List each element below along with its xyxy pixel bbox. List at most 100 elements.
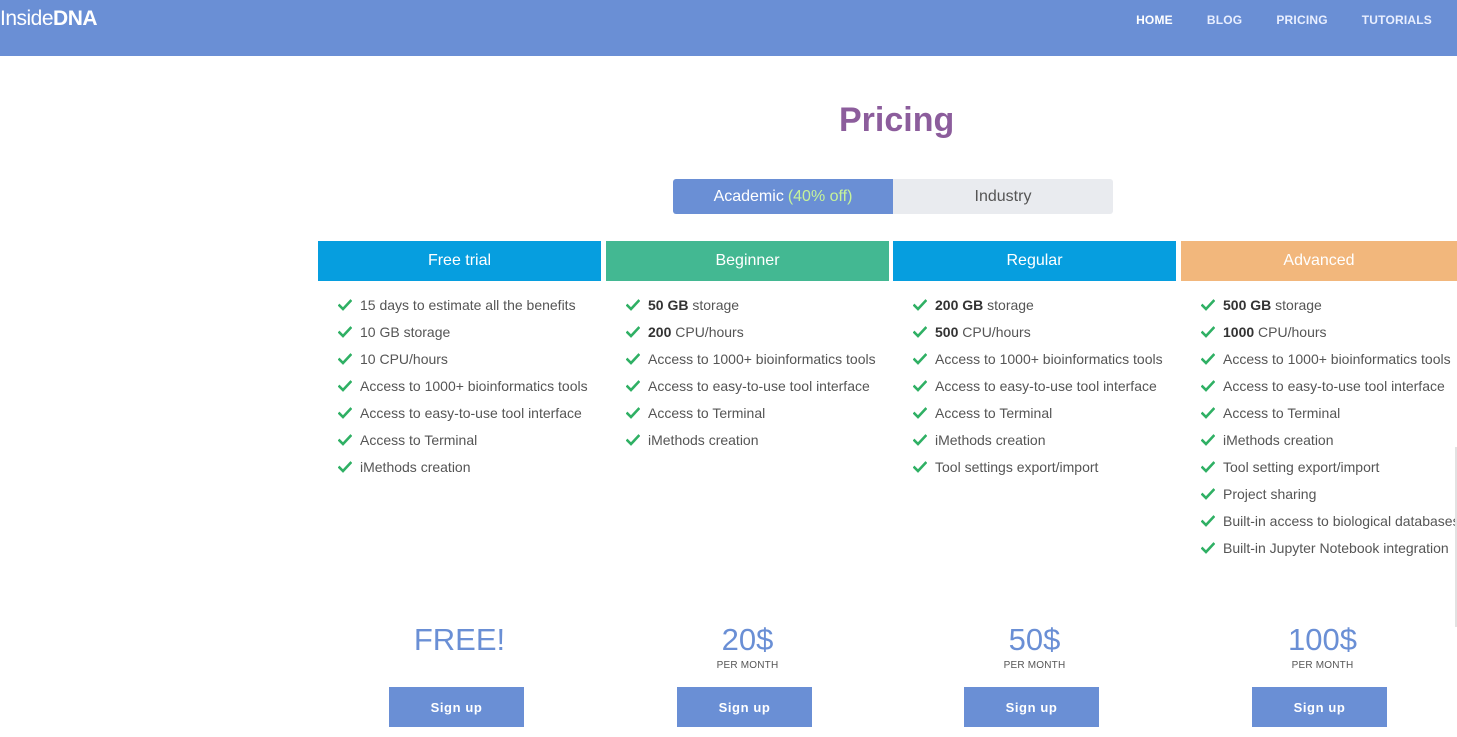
plan-header: Advanced — [1181, 241, 1457, 281]
feature-highlight: 500 GB — [1223, 297, 1272, 313]
signup-button[interactable]: Sign up — [677, 687, 812, 727]
feature-item: iMethods creation — [626, 432, 876, 459]
feature-item: Built-in access to biological databases — [1201, 513, 1457, 540]
signup-button[interactable]: Sign up — [964, 687, 1099, 727]
toggle-academic[interactable]: Academic (40% off) — [673, 179, 893, 214]
feature-text: Access to easy-to-use tool interface — [1223, 378, 1445, 394]
feature-text: Built-in Jupyter Notebook integration — [1223, 540, 1449, 556]
checkmark-icon — [626, 434, 640, 446]
plan-header: Beginner — [606, 241, 889, 281]
checkmark-icon — [338, 407, 352, 419]
feature-text: storage — [1271, 297, 1322, 313]
nav-blog[interactable]: BLOG — [1207, 13, 1242, 27]
plan-period: PER MONTH — [1291, 660, 1354, 671]
feature-text: Access to 1000+ bioinformatics tools — [648, 351, 876, 367]
checkmark-icon — [913, 326, 927, 338]
checkmark-icon — [338, 380, 352, 392]
checkmark-icon — [1201, 380, 1215, 392]
checkmark-icon — [338, 434, 352, 446]
feature-text: Project sharing — [1223, 486, 1317, 502]
feature-text: Access to 1000+ bioinformatics tools — [1223, 351, 1451, 367]
feature-text: Access to 1000+ bioinformatics tools — [360, 378, 588, 394]
feature-item: Project sharing — [1201, 486, 1457, 513]
checkmark-icon — [913, 407, 927, 419]
feature-highlight: 200 GB — [935, 297, 984, 313]
feature-item: 1000 CPU/hours — [1201, 324, 1457, 351]
checkmark-icon — [338, 299, 352, 311]
checkmark-icon — [626, 407, 640, 419]
insidedna-logo[interactable]: InsideDNA — [0, 7, 98, 31]
page-title: Pricing — [839, 101, 955, 139]
feature-text: Access to Terminal — [935, 405, 1053, 421]
signup-button[interactable]: Sign up — [1252, 687, 1387, 727]
checkmark-icon — [1201, 434, 1215, 446]
checkmark-icon — [338, 461, 352, 473]
feature-text: Access to Terminal — [360, 432, 478, 448]
toggle-industry-label: Industry — [974, 188, 1032, 205]
feature-text: CPU/hours — [671, 324, 744, 340]
nav-pricing[interactable]: PRICING — [1276, 13, 1327, 27]
feature-item: Tool setting export/import — [1201, 459, 1457, 486]
checkmark-icon — [338, 353, 352, 365]
checkmark-icon — [913, 299, 927, 311]
feature-list: 200 GB storage 500 CPU/hours Access to 100… — [913, 297, 1163, 486]
nav-tutorials[interactable]: TUTORIALS — [1362, 13, 1432, 27]
plan-free-trial: Free trial 15 days to estimate all the b… — [318, 241, 601, 727]
feature-item: Access to Terminal — [338, 432, 588, 459]
feature-item: Built-in Jupyter Notebook integration — [1201, 540, 1457, 567]
feature-text: 10 GB storage — [360, 324, 451, 340]
feature-item: iMethods creation — [338, 459, 588, 486]
feature-item: 200 CPU/hours — [626, 324, 876, 351]
signup-button[interactable]: Sign up — [389, 687, 524, 727]
feature-item: Access to 1000+ bioinformatics tools — [1201, 351, 1457, 378]
plan-advanced: Advanced 500 GB storage 1000 CPU/hours Acc… — [1181, 241, 1457, 727]
feature-text: Access to Terminal — [1223, 405, 1341, 421]
feature-text: Access to easy-to-use tool interface — [648, 378, 870, 394]
feature-text: iMethods creation — [935, 432, 1046, 448]
checkmark-icon — [1201, 461, 1215, 473]
feature-text: Tool settings export/import — [935, 459, 1099, 475]
plan-price: FREE! — [413, 622, 506, 657]
feature-item: Access to easy-to-use tool interface — [1201, 378, 1457, 405]
plan-price: 100$ — [1288, 622, 1357, 657]
feature-item: Access to 1000+ bioinformatics tools — [338, 378, 588, 405]
academic-discount-badge: (40% off) — [787, 188, 853, 205]
feature-text: Access to 1000+ bioinformatics tools — [935, 351, 1163, 367]
feature-text: Tool setting export/import — [1223, 459, 1380, 475]
feature-text: storage — [983, 297, 1034, 313]
checkmark-icon — [1201, 515, 1215, 527]
feature-item: 15 days to estimate all the benefits — [338, 297, 588, 324]
plan-beginner: Beginner 50 GB storage 200 CPU/hours Acces… — [606, 241, 889, 727]
feature-item: iMethods creation — [913, 432, 1163, 459]
feature-item: Access to Terminal — [913, 405, 1163, 432]
plan-price: 50$ — [1008, 622, 1061, 657]
checkmark-icon — [626, 326, 640, 338]
feature-item: iMethods creation — [1201, 432, 1457, 459]
feature-highlight: 50 GB — [648, 297, 689, 313]
checkmark-icon — [913, 353, 927, 365]
feature-text: Access to easy-to-use tool interface — [935, 378, 1157, 394]
feature-list: 500 GB storage 1000 CPU/hours Access to 10… — [1201, 297, 1457, 567]
feature-item: Access to easy-to-use tool interface — [913, 378, 1163, 405]
checkmark-icon — [1201, 488, 1215, 500]
checkmark-icon — [1201, 542, 1215, 554]
toggle-industry[interactable]: Industry — [893, 179, 1113, 214]
feature-item: 500 GB storage — [1201, 297, 1457, 324]
feature-text: iMethods creation — [648, 432, 759, 448]
plan-regular: Regular 200 GB storage 500 CPU/hours Acces… — [893, 241, 1176, 727]
feature-item: 200 GB storage — [913, 297, 1163, 324]
feature-highlight: 200 — [648, 324, 672, 340]
feature-text: storage — [688, 297, 740, 313]
feature-text: Built-in access to biological databases — [1223, 513, 1457, 529]
feature-text: 15 days to estimate all the benefits — [360, 297, 576, 313]
nav-home[interactable]: HOME — [1136, 13, 1173, 27]
pricing-type-toggle: Academic (40% off) Industry — [673, 179, 1113, 214]
feature-item: 50 GB storage — [626, 297, 876, 324]
checkmark-icon — [1201, 353, 1215, 365]
plan-header: Regular — [893, 241, 1176, 281]
plan-price: 20$ — [721, 622, 774, 657]
feature-list: 50 GB storage 200 CPU/hours Access to 1000… — [626, 297, 876, 459]
checkmark-icon — [626, 380, 640, 392]
feature-highlight: 1000 — [1223, 324, 1255, 340]
top-navbar: InsideDNA HOME BLOG PRICING TUTORIALS — [0, 0, 1457, 56]
